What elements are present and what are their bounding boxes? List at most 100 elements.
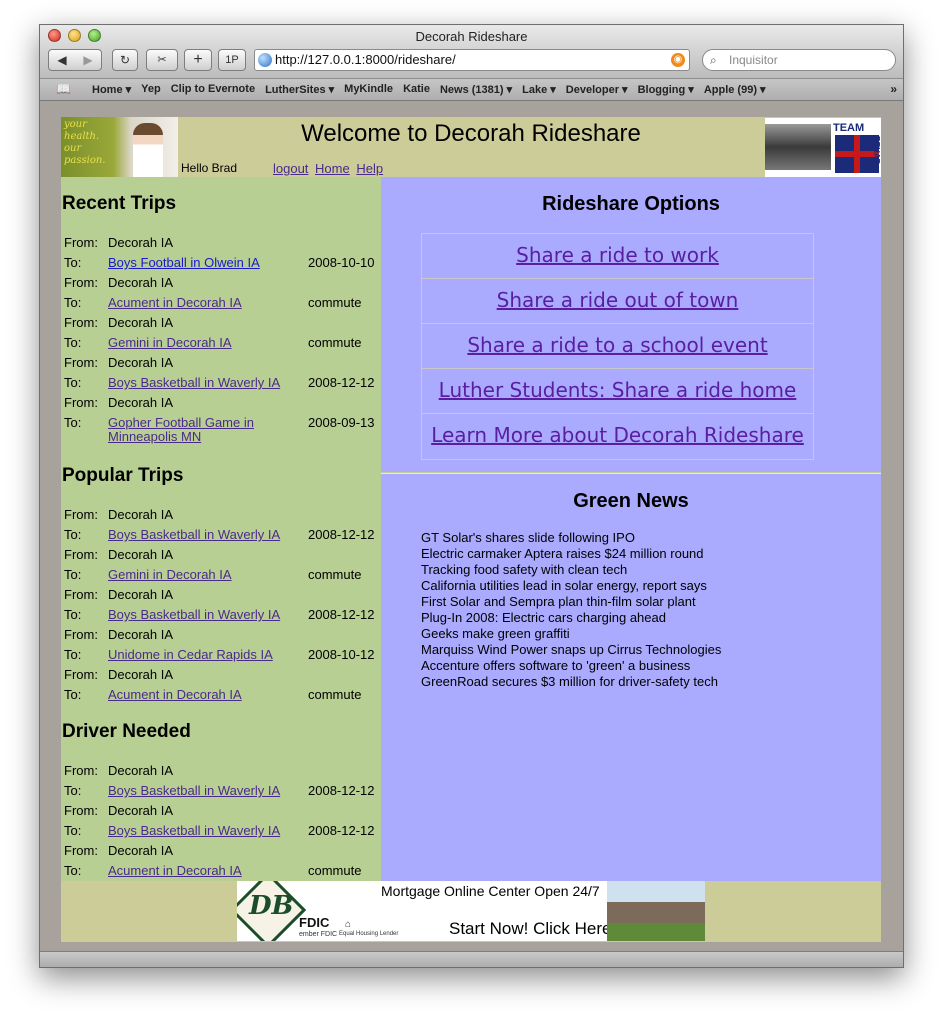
- health-logo: your health. our passion.: [61, 117, 178, 177]
- share-ride-to-work-link[interactable]: Share a ride to work: [516, 243, 719, 267]
- from-label: From:: [64, 803, 98, 818]
- trip-destination-link[interactable]: Boys Basketball in Waverly IA: [108, 607, 280, 622]
- ad-call-to-action[interactable]: Start Now! Click Here: [449, 919, 611, 939]
- member-fdic-label: ember FDIC: [299, 931, 338, 938]
- trip-to-row: To: Acument in Decorah IA commute: [63, 293, 379, 313]
- trip-destination-cell: Boys Basketball in Waverly IA: [107, 605, 307, 625]
- trip-to-row: To: Gopher Football Game in Minneapolis M…: [63, 413, 379, 447]
- bookmark-blogging[interactable]: Blogging ▾: [638, 83, 694, 96]
- trip-destination-link[interactable]: Boys Basketball in Waverly IA: [108, 375, 280, 390]
- news-item: Tracking food safety with clean tech: [421, 562, 628, 577]
- trip-date: 2008-10-12: [308, 647, 375, 662]
- trip-origin: Decorah IA: [108, 507, 174, 522]
- bookmark-home[interactable]: Home ▾: [92, 83, 131, 96]
- browser-toolbar: Decorah Rideshare ◀ ▶ ↻ ✂ + 1P http://127…: [40, 25, 903, 79]
- learn-more-link[interactable]: Learn More about Decorah Rideshare: [431, 423, 804, 447]
- trip-destination-link[interactable]: Gemini in Decorah IA: [108, 335, 232, 350]
- bookmark-mykindle[interactable]: MyKindle: [344, 83, 393, 96]
- bookmark-clip-to-evernote[interactable]: Clip to Evernote: [171, 83, 255, 96]
- db-logo-text: DB: [249, 891, 294, 921]
- clip-button[interactable]: ✂: [146, 49, 178, 71]
- team-rehab-team-text: TEAM: [833, 122, 865, 134]
- trip-destination-link[interactable]: Acument in Decorah IA: [108, 863, 242, 878]
- share-ride-out-of-town-link[interactable]: Share a ride out of town: [497, 288, 739, 312]
- trip-to-row: To: Acument in Decorah IA commute: [63, 685, 379, 705]
- trip-to-row: To: Acument in Decorah IA commute: [63, 861, 379, 881]
- address-bar[interactable]: http://127.0.0.1:8000/rideshare/ ◉: [254, 49, 690, 71]
- rideshare-options-list: Share a ride to work Share a ride out of…: [421, 233, 814, 460]
- news-item: GT Solar's shares slide following IPO: [421, 530, 635, 545]
- trip-destination-link[interactable]: Gemini in Decorah IA: [108, 567, 232, 582]
- trip-to-row: To: Boys Basketball in Waverly IA 2008-12-…: [63, 605, 379, 625]
- from-label: From:: [64, 627, 98, 642]
- news-item: First Solar and Sempra plan thin-film so…: [421, 594, 696, 609]
- reload-button[interactable]: ↻: [112, 49, 138, 71]
- window-title: Decorah Rideshare: [415, 29, 528, 44]
- trip-from-row: From: Decorah IA: [63, 273, 379, 293]
- mortgage-ad-banner[interactable]: DB FDIC ember FDIC ⌂ Equal Housing Lende…: [237, 881, 705, 941]
- to-label: To:: [64, 863, 82, 878]
- empty-cell: [307, 313, 379, 333]
- from-label: From:: [64, 395, 98, 410]
- from-label: From:: [64, 667, 98, 682]
- option-item: Share a ride to a school event: [422, 324, 813, 369]
- house-image: [607, 881, 705, 941]
- bookmark-katie[interactable]: Katie: [403, 83, 430, 96]
- trip-to-row: To: Unidome in Cedar Rapids IA 2008-10-12: [63, 645, 379, 665]
- search-field[interactable]: ⌕ Inquisitor: [702, 49, 896, 71]
- trip-from-row: From: Decorah IA: [63, 761, 379, 781]
- more-bookmarks-icon[interactable]: »: [890, 82, 897, 96]
- driver-needed-table: From: Decorah IA To: Boys Basketball in Wav…: [63, 761, 379, 881]
- trip-to-row: To: Boys Basketball in Waverly IA 2008-12-…: [63, 781, 379, 801]
- bookmark-yep[interactable]: Yep: [141, 83, 161, 96]
- logout-link[interactable]: logout: [273, 161, 308, 176]
- trip-destination-link[interactable]: Gopher Football Game in Minneapolis MN: [108, 415, 254, 444]
- trip-destination-link[interactable]: Boys Basketball in Waverly IA: [108, 527, 280, 542]
- bookmark-luthersites[interactable]: LutherSites ▾: [265, 83, 334, 96]
- back-arrow-icon[interactable]: ◀: [49, 50, 75, 70]
- home-link[interactable]: Home: [315, 161, 350, 176]
- trip-from-row: From: Decorah IA: [63, 505, 379, 525]
- trip-from-row: From: Decorah IA: [63, 393, 379, 413]
- trip-destination-link[interactable]: Boys Football in Olwein IA: [108, 255, 260, 270]
- from-label: From:: [64, 547, 98, 562]
- team-rehab-rehab-text: REHAB: [872, 136, 881, 165]
- bookmark-developer[interactable]: Developer ▾: [566, 83, 628, 96]
- bookmark-apple[interactable]: Apple (99) ▾: [704, 83, 766, 96]
- add-bookmark-button[interactable]: +: [184, 49, 212, 71]
- trip-date: commute: [308, 567, 362, 582]
- rss-icon[interactable]: ◉: [671, 53, 685, 67]
- share-ride-school-event-link[interactable]: Share a ride to a school event: [467, 333, 767, 357]
- bookmark-lake[interactable]: Lake ▾: [522, 83, 556, 96]
- trip-destination-link[interactable]: Acument in Decorah IA: [108, 295, 242, 310]
- news-item: Accenture offers software to 'green' a b…: [421, 658, 691, 673]
- trip-destination-cell: Gopher Football Game in Minneapolis MN: [107, 413, 307, 447]
- book-icon[interactable]: 📖: [56, 82, 71, 96]
- doctor-image: [133, 123, 163, 177]
- green-news-list: GT Solar's shares slide following IPO El…: [421, 530, 721, 690]
- trip-date: commute: [308, 863, 362, 878]
- trip-origin: Decorah IA: [108, 395, 174, 410]
- to-label: To:: [64, 607, 82, 622]
- bookmark-news[interactable]: News (1381) ▾: [440, 83, 512, 96]
- trip-destination-link[interactable]: Boys Basketball in Waverly IA: [108, 823, 280, 838]
- trip-destination-link[interactable]: Unidome in Cedar Rapids IA: [108, 647, 273, 662]
- trip-destination-link[interactable]: Boys Basketball in Waverly IA: [108, 783, 280, 798]
- trip-origin: Decorah IA: [108, 587, 174, 602]
- onepassword-button[interactable]: 1P: [218, 49, 246, 71]
- trip-origin: Decorah IA: [108, 275, 174, 290]
- trip-date: commute: [308, 295, 362, 310]
- empty-cell: [307, 585, 379, 605]
- help-link[interactable]: Help: [356, 161, 383, 176]
- trip-destination-link[interactable]: Acument in Decorah IA: [108, 687, 242, 702]
- trip-to-row: To: Gemini in Decorah IA commute: [63, 565, 379, 585]
- trip-date: 2008-12-12: [308, 527, 375, 542]
- bookmarks-bar: 📖 Home ▾ Yep Clip to Evernote LutherSite…: [40, 79, 903, 101]
- recent-trips-table: From: Decorah IA To: Boys Football in Olwei…: [63, 233, 379, 447]
- back-forward-buttons: ◀ ▶: [48, 49, 102, 71]
- from-label: From:: [64, 763, 98, 778]
- driver-needed-section: Driver Needed From: Decorah IA To: Boys Bas…: [61, 721, 381, 881]
- luther-students-ride-home-link[interactable]: Luther Students: Share a ride home: [439, 378, 797, 402]
- trip-date: 2008-12-12: [308, 823, 375, 838]
- forward-arrow-icon[interactable]: ▶: [75, 50, 101, 70]
